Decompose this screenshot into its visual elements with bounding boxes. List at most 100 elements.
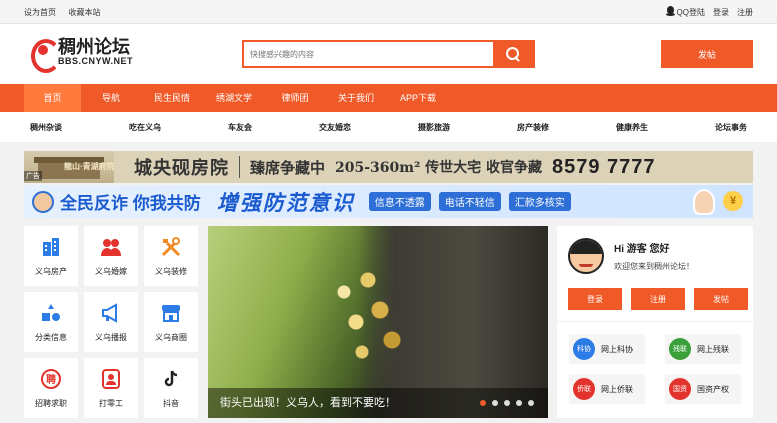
qq-icon (665, 6, 675, 16)
shop-icon (159, 301, 183, 325)
recruit-icon: 聘 (39, 367, 63, 391)
qq-login-label: QQ登陆 (676, 8, 705, 17)
building-icon (39, 235, 63, 259)
service-tile-label: 义乌播报 (95, 333, 127, 342)
search-icon (506, 47, 520, 61)
service-tile[interactable]: 义乌播报 (84, 292, 138, 352)
slider-beads (308, 256, 428, 376)
banner-detail: 205-360m² 传世大宅 收官争藏 (335, 160, 542, 176)
nav-item-6[interactable]: APP下载 (387, 84, 449, 112)
coin-icon: ¥ (723, 191, 743, 211)
nav-item-3[interactable]: 绣湖文学 (203, 84, 265, 112)
subnav-item-2[interactable]: 车友会 (228, 122, 252, 133)
subnav-item-4[interactable]: 摄影旅游 (418, 122, 450, 133)
banner-divider (239, 156, 240, 178)
subnav-item-0[interactable]: 稠州杂谈 (30, 122, 62, 133)
service-tile-label: 义乌婚嫁 (95, 267, 127, 276)
nav-item-4[interactable]: 律师团 (265, 84, 325, 112)
search-button[interactable] (493, 42, 533, 66)
service-tile[interactable]: 义乌婚嫁 (84, 226, 138, 286)
service-link-label: 国资产权 (697, 384, 729, 394)
service-tile-label: 义乌装修 (155, 267, 187, 276)
nav-item-1[interactable]: 导航 (81, 84, 141, 112)
service-tile[interactable]: 聘招聘求职 (24, 358, 78, 418)
slider-dot[interactable] (516, 400, 522, 406)
register-link[interactable]: 注册 (737, 7, 753, 18)
nav-item-5[interactable]: 关于我们 (325, 84, 387, 112)
emblem-icon: 侨联 (573, 378, 595, 400)
panel-post-button[interactable]: 发帖 (694, 288, 748, 310)
top-bar: 设为首页 收藏本站 QQ登陆 登录 注册 (0, 0, 777, 24)
panel-login-button[interactable]: 登录 (568, 288, 622, 310)
anti-fraud-tag: 信息不透露 (368, 192, 431, 211)
login-link[interactable]: 登录 (713, 7, 729, 18)
subnav-item-6[interactable]: 健康养生 (616, 122, 648, 133)
subnav-item-1[interactable]: 吃在义乌 (129, 122, 161, 133)
set-homepage-link[interactable]: 设为首页 (24, 8, 56, 17)
subnav-item-7[interactable]: 论坛事务 (715, 122, 747, 133)
slider-dot[interactable] (480, 400, 486, 406)
tiktok-icon (159, 367, 183, 391)
logo-title: 稠州论坛 (58, 36, 130, 57)
nav-item-2[interactable]: 民生民情 (141, 84, 203, 112)
service-link-label: 网上残联 (697, 344, 729, 354)
megaphone-icon (99, 301, 123, 325)
service-tile-label: 打零工 (99, 399, 123, 408)
subnav-item-5[interactable]: 房产装修 (517, 122, 549, 133)
service-tile-label: 分类信息 (35, 333, 67, 342)
anti-fraud-headline: 增强防范意识 (216, 191, 355, 215)
sub-nav: 稠州杂谈 吃在义乌 车友会 交友婚恋 摄影旅游 房产装修 健康养生 论坛事务 (0, 112, 777, 143)
nav-item-0[interactable]: 首页 (24, 84, 81, 112)
subnav-item-3[interactable]: 交友婚恋 (319, 122, 351, 133)
qq-login-link[interactable]: QQ登陆 (665, 6, 705, 18)
logo-domain: BBS.CNYW.NET (58, 55, 134, 66)
post-button[interactable]: 发帖 (661, 40, 753, 68)
service-tile[interactable]: 打零工 (84, 358, 138, 418)
service-link[interactable]: 残联 网上残联 (665, 334, 741, 364)
svg-text:聘: 聘 (46, 373, 56, 386)
main-nav: 首页 导航 民生民情 绣湖文学 律师团 关于我们 APP下载 (0, 84, 777, 112)
banner-phone: 8579 7777 (551, 155, 656, 178)
real-estate-banner[interactable]: 广告 龍山·青湖府院 城央砚房院 臻席争藏中 205-360m² 传世大宅 收官… (24, 151, 753, 183)
greeting-text: Hi 游客 您好 (614, 244, 670, 255)
category-icon (39, 301, 63, 325)
service-tile-label: 招聘求职 (35, 399, 67, 408)
service-tile-label: 抖音 (163, 399, 179, 408)
service-tile[interactable]: 义乌商圈 (144, 292, 198, 352)
user-panel: Hi 游客 您好 欢迎您来到稠州论坛！ 登录 注册 发帖 科协 网上科协 残联 网上残… (557, 226, 753, 418)
service-tile-label: 义乌房产 (35, 267, 67, 276)
banner-title: 城央砚房院 (134, 158, 229, 179)
slider-dot[interactable] (492, 400, 498, 406)
service-tile[interactable]: 分类信息 (24, 292, 78, 352)
anti-fraud-tag: 汇款多核实 (508, 192, 571, 211)
bookmark-link[interactable]: 收藏本站 (69, 8, 101, 17)
slider-dots (480, 400, 534, 406)
service-tile-label: 义乌商圈 (155, 333, 187, 342)
search-box (242, 40, 535, 68)
ad-tag: 广告 (24, 171, 42, 181)
emblem-icon: 科协 (573, 338, 595, 360)
service-link[interactable]: 科协 网上科协 (569, 334, 645, 364)
cartoon-figure-icon (693, 189, 715, 215)
service-tile[interactable]: 义乌房产 (24, 226, 78, 286)
anti-fraud-slogan: 全民反诈 你我共防 (60, 194, 201, 213)
site-logo[interactable]: 稠州论坛 BBS.CNYW.NET (31, 36, 134, 73)
worker-icon (99, 367, 123, 391)
search-input[interactable] (244, 42, 493, 66)
service-tile[interactable]: 义乌装修 (144, 226, 198, 286)
service-link-label: 网上科协 (601, 344, 633, 354)
banner-brand: 龍山·青湖府院 (64, 162, 115, 171)
slider-dot[interactable] (504, 400, 510, 406)
logo-icon (31, 37, 61, 73)
service-link[interactable]: 国资 国资产权 (665, 374, 741, 404)
welcome-text: 欢迎您来到稠州论坛！ (614, 262, 694, 271)
anti-fraud-banner[interactable]: 全民反诈 你我共防 增强防范意识 信息不透露 电话不轻信 汇款多核实 ¥ (24, 185, 753, 218)
service-tile[interactable]: 抖音 (144, 358, 198, 418)
emblem-icon: 残联 (669, 338, 691, 360)
tools-icon (159, 235, 183, 259)
panel-register-button[interactable]: 注册 (631, 288, 685, 310)
anti-fraud-tag: 电话不轻信 (438, 192, 501, 211)
image-slider[interactable]: 街头已出现！义乌人，看到不要吃！ (208, 226, 548, 418)
service-link[interactable]: 侨联 网上侨联 (569, 374, 645, 404)
slider-dot[interactable] (528, 400, 534, 406)
